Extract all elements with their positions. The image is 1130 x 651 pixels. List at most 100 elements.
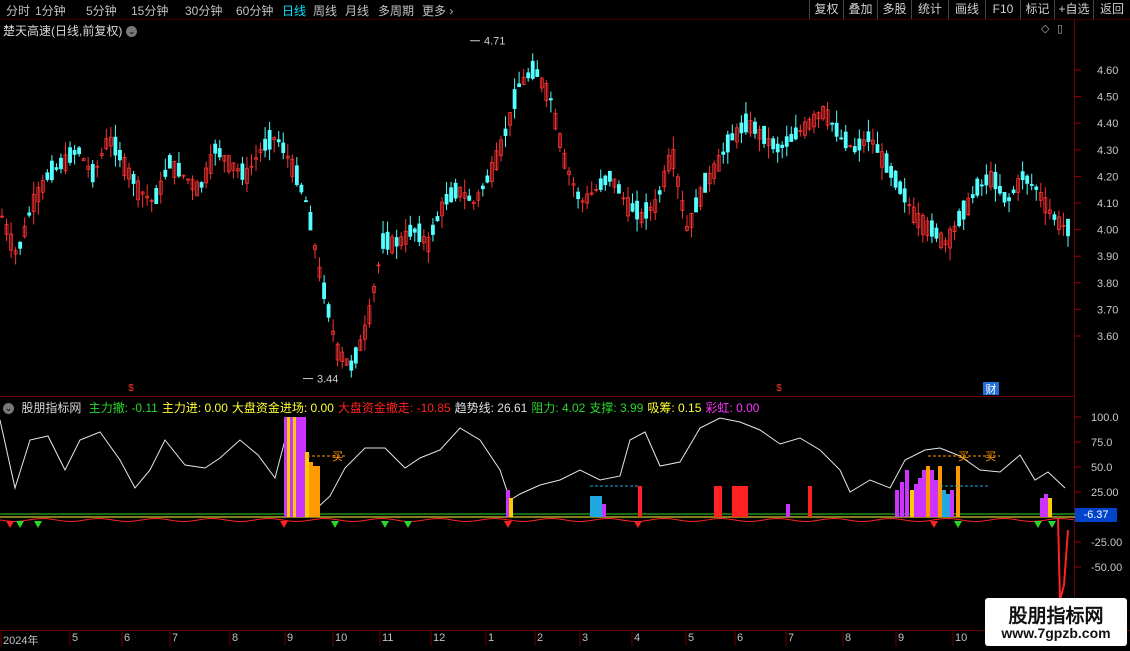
indicator-tick-label: 75.0 [1091,437,1112,449]
candle-body [512,89,517,109]
candle-body [898,181,903,194]
dividend-mark: $ [128,383,134,394]
kline-chart[interactable]: 4.60 4.50 4.40 4.30 4.20 4.10 4.00 3.90 3.80 3.70… [0,0,1130,650]
candle-body [1025,175,1030,184]
candle-body [617,184,621,194]
indicator-bar [316,466,320,517]
candle-body [54,167,59,170]
candle-body [240,163,245,180]
candle-body [1029,184,1034,186]
time-axis-label: 2 [537,632,544,644]
candle-body [435,216,440,222]
candle-body [753,121,757,134]
indicator-bar [926,466,930,517]
candle-body [467,195,472,201]
candle-body [113,136,118,156]
indicator-bar [956,466,960,517]
candles [0,53,1070,378]
candle-body [889,166,893,178]
candle-body [394,237,399,247]
candle-body [598,178,603,190]
candle-body [480,185,485,190]
candle-body [485,175,490,183]
candle-body [18,241,23,249]
indicator-bar [740,486,744,517]
candle-body [431,224,435,235]
high-price-label: 4.71 [484,36,505,48]
candle-body [449,187,453,203]
price-tick-label: 4.10 [1097,198,1118,210]
sell-arrow-icon [404,521,412,528]
time-axis-label: 1 [488,632,495,644]
time-axis-label: 5 [72,632,79,644]
price-tick-label: 4.50 [1097,92,1118,104]
candle-body [263,138,267,151]
candle-body [644,202,649,219]
watermark-url: www.7gpzb.com [1001,625,1111,641]
indicator-bar [900,482,904,517]
time-axis-label: 6 [124,632,131,644]
candle-body [843,131,848,149]
indicator-bar [905,470,909,517]
candle-body [177,162,181,177]
candle-body [703,172,708,193]
candle-body [45,172,50,180]
candle-body [771,138,776,150]
candle-body [607,170,612,182]
candle-body [68,147,72,163]
candle-body [77,147,82,155]
candle-body [902,188,907,203]
candle-body [1007,197,1011,202]
time-axis-label: 7 [788,632,795,644]
buy-arrow-icon [504,521,512,528]
sell-arrow-icon [331,521,339,528]
candle-body [1002,191,1007,203]
candle-body [725,134,730,153]
indicator-bar [309,462,313,517]
candle-body [780,144,785,148]
candle-body [1052,214,1057,220]
price-tick-label: 4.60 [1097,65,1118,77]
candle-body [417,223,422,243]
candle-body [118,149,122,161]
indicator-bar [930,470,934,517]
indicator-tick-label: -50.00 [1091,562,1122,574]
candle-body [970,194,975,199]
indicator-bars [284,417,1052,517]
low-price-label: 3.44 [317,374,338,386]
candle-body [875,144,880,153]
indicator-bar [732,486,736,517]
candle-body [834,122,839,137]
candle-body [744,113,748,133]
candle-body [984,174,989,186]
candle-body [657,190,662,195]
candle-body [998,185,1002,194]
current-value-badge: -6.37 [1075,508,1117,522]
candle-body [503,128,508,136]
buy-label: 买 [332,450,343,463]
price-tick-label: 3.60 [1097,331,1118,343]
time-axis-label: 12 [433,632,446,644]
candle-body [730,133,735,141]
candle-body [444,193,449,205]
sell-arrow-icon [1048,521,1056,528]
candle-body [526,72,531,79]
watermark-name: 股朋指标网 [1008,606,1104,627]
sell-arrow-icon [1034,521,1042,528]
candle-body [857,138,862,151]
time-axis-label: 10 [335,632,348,644]
time-axis-label: 4 [634,632,641,644]
indicator-bar [736,486,740,517]
price-tick-label: 4.20 [1097,171,1118,183]
candle-body [957,210,962,227]
candle-body [961,200,966,220]
indicator-bar [1044,494,1048,517]
indicator-bar [946,494,950,517]
time-axis-label: 9 [898,632,905,644]
candle-body [353,347,358,364]
time-axis-label: 11 [382,632,394,644]
indicator-bar [509,498,513,517]
candle-body [884,153,889,173]
indicator-bar [914,484,918,517]
candle-body [349,360,354,371]
